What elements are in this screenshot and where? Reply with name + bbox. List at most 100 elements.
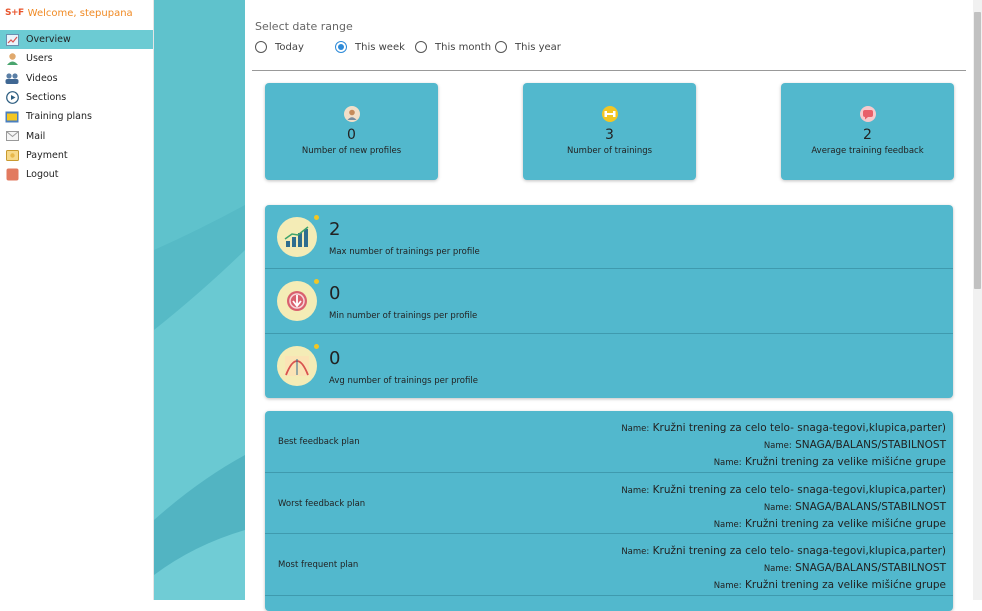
plan-name-list: Name: Kružni trening za celo telo- snaga…: [621, 543, 946, 594]
plan-name-line: Name: SNAGA/BALANS/STABILNOST: [621, 437, 946, 454]
plan-row-title: Best feedback plan: [278, 437, 360, 447]
vertical-scrollbar[interactable]: [973, 0, 982, 600]
stat-label: Avg number of trainings per profile: [329, 375, 478, 386]
sidebar-item-label: Payment: [26, 149, 68, 161]
brand: S+F Welcome, stepupana: [0, 0, 153, 26]
stat-row-avg: 0 Avg number of trainings per profile: [265, 334, 953, 398]
sidebar-item-users[interactable]: Users: [0, 49, 153, 68]
radio-circle[interactable]: [495, 41, 507, 53]
sidebar-item-videos[interactable]: Videos: [0, 69, 153, 88]
plan-name: Kružni trening za celo telo- snaga-tegov…: [652, 483, 946, 496]
plans-panel: Best feedback plan Name: Kružni trening …: [265, 411, 953, 611]
plan-name-line: Name: Kružni trening za celo telo- snaga…: [621, 482, 946, 499]
sidebar-nav: Overview Users Videos Sections Training …: [0, 30, 153, 184]
presentation-icon: [5, 110, 19, 123]
down-arrow-icon: [277, 279, 319, 322]
plan-row-title: Most frequent plan: [278, 560, 359, 571]
plan-row-title: Worst feedback plan: [278, 498, 366, 509]
wave-decoration: [154, 205, 245, 600]
plan-name-line: Name: SNAGA/BALANS/STABILNOST: [621, 499, 946, 516]
plan-name: Kružni trening za velike mišićne grupe: [745, 456, 946, 468]
plan-name-list: Name: Kružni trening za celo telo- snaga…: [621, 482, 946, 533]
mail-icon: [5, 130, 19, 143]
sidebar-item-label: Users: [26, 53, 53, 65]
plan-name-line: Name: SNAGA/BALANS/STABILNOST: [621, 560, 946, 577]
sparkle: [314, 215, 319, 220]
user-icon: [5, 52, 19, 66]
bell-curve-icon: [277, 343, 319, 386]
card-label: Number of trainings: [566, 146, 653, 156]
stat-row-min: 0 Min number of trainings per profile: [265, 269, 953, 334]
sparkle: [314, 343, 319, 349]
stat-label: Max number of trainings per profile: [329, 247, 480, 257]
card-label: Average training feedback: [811, 146, 924, 156]
sidebar: S+F Welcome, stepupana Overview Users Vi…: [0, 0, 154, 600]
radio-label: This week: [355, 41, 405, 53]
card-value: 2: [863, 127, 872, 143]
plan-name: Kružni trening za velike mišićne grupe: [745, 517, 946, 530]
plan-name: Kružni trening za celo telo- snaga-tegov…: [652, 545, 946, 558]
chart-icon: [5, 33, 19, 46]
divider: [252, 70, 966, 71]
plan-name: Kružni trening za velike mišićne grupe: [745, 579, 946, 592]
sparkle: [314, 279, 319, 285]
stat-label: Min number of trainings per profile: [329, 311, 478, 322]
radio-label: Today: [275, 41, 304, 53]
name-prefix: Name:: [763, 564, 792, 575]
dumbbell-icon: [601, 106, 618, 122]
sidebar-item-label: Overview: [26, 34, 71, 46]
radio-today[interactable]: Today: [255, 41, 335, 53]
sidebar-item-overview[interactable]: Overview: [0, 30, 153, 50]
plan-name-line: Name: Kružni trening za celo telo- snaga…: [621, 420, 946, 437]
plan-name: SNAGA/BALANS/STABILNOST: [795, 562, 946, 575]
radio-circle[interactable]: [255, 41, 267, 53]
users-group-icon: [5, 72, 19, 85]
plan-name-line: Name: Kružni trening za velike mišićne g…: [621, 516, 946, 533]
plan-row-best-feedback: Best feedback plan Name: Kružni trening …: [265, 411, 953, 473]
stat-value: 2: [329, 219, 341, 240]
plan-name: SNAGA/BALANS/STABILNOST: [795, 439, 946, 451]
radio-this-week[interactable]: This week: [335, 41, 415, 53]
feedback-icon: [859, 106, 876, 122]
plan-name-line: Name: Kružni trening za velike mišićne g…: [621, 577, 946, 594]
avatar-icon: [343, 106, 360, 122]
sidebar-item-payment[interactable]: Payment: [0, 146, 153, 165]
name-prefix: Name:: [713, 519, 742, 530]
trainings-card: 3 Number of trainings: [523, 83, 696, 180]
training-stats-panel: 2 Max number of trainings per profile 0 …: [265, 205, 953, 398]
plan-name-list: Name: Kružni trening za celo telo- snaga…: [621, 420, 946, 471]
card-value: 3: [605, 127, 614, 143]
radio-this-month[interactable]: This month: [415, 41, 495, 53]
avg-feedback-card: 2 Average training feedback: [781, 83, 954, 180]
scrollbar-thumb[interactable]: [974, 12, 981, 289]
stat-value: 0: [329, 283, 341, 305]
name-prefix: Name:: [713, 581, 742, 592]
welcome-text: Welcome, stepupana: [27, 7, 133, 19]
stat-value: 0: [329, 347, 341, 369]
radio-this-year[interactable]: This year: [495, 41, 575, 53]
wallet-icon: [5, 149, 19, 162]
bar-growth-icon: [277, 215, 319, 257]
radio-circle[interactable]: [335, 41, 347, 53]
sidebar-item-training-plans[interactable]: Training plans: [0, 107, 153, 126]
plan-name-line: Name: Kružni trening za celo telo- snaga…: [621, 543, 946, 560]
radio-circle[interactable]: [415, 41, 427, 53]
sidebar-item-sections[interactable]: Sections: [0, 88, 153, 107]
plan-row-most-frequent: Most frequent plan Name: Kružni trening …: [265, 534, 953, 597]
radio-label: This year: [515, 41, 561, 53]
sidebar-item-label: Training plans: [26, 111, 92, 123]
name-prefix: Name:: [621, 485, 650, 496]
decorative-background: [154, 0, 245, 600]
main-content: Select date range Today This week This m…: [245, 0, 973, 611]
play-circle-icon: [5, 91, 19, 104]
plan-name: SNAGA/BALANS/STABILNOST: [795, 500, 946, 513]
stat-row-max: 2 Max number of trainings per profile: [265, 205, 953, 270]
name-prefix: Name:: [763, 502, 792, 513]
sidebar-item-label: Logout: [26, 169, 59, 181]
sidebar-item-mail[interactable]: Mail: [0, 126, 153, 145]
date-range-label: Select date range: [255, 20, 353, 33]
name-prefix: Name:: [763, 441, 792, 451]
new-profiles-card: 0 Number of new profiles: [265, 83, 438, 180]
card-value: 0: [347, 127, 356, 143]
sidebar-item-logout[interactable]: Logout: [0, 165, 153, 184]
